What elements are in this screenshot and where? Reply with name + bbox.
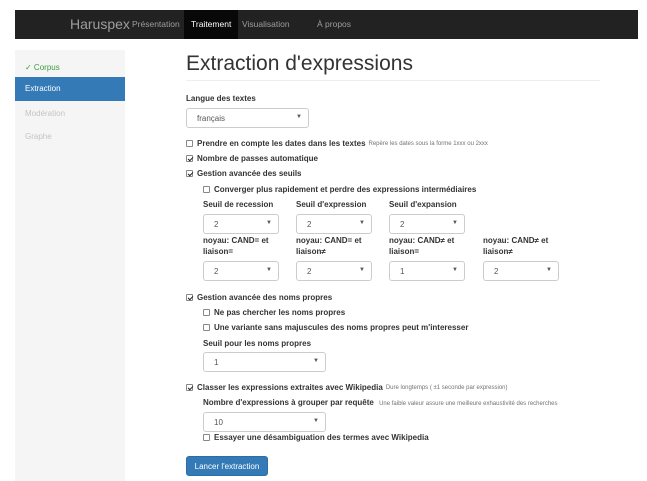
noyau4-value: 2 xyxy=(494,267,499,276)
nb-expr-label-row: Nombre d'expressions à grouper par requê… xyxy=(203,398,558,407)
nb-expr-help: Une faible valeur assure une meilleure e… xyxy=(379,401,558,407)
noyau2-label-b: liaison≠ xyxy=(296,247,326,256)
seuils-checkbox[interactable] xyxy=(186,170,193,177)
ne-pas-chercher-label: Ne pas chercher les noms propres xyxy=(214,308,346,317)
langue-select[interactable]: français ▼ xyxy=(186,108,309,128)
noyau3-label-a: noyau: CAND≠ et xyxy=(389,236,455,245)
seuil-expression-label: Seuil d'expression xyxy=(296,200,367,209)
noyau3-label-b: liaison= xyxy=(389,247,420,256)
noyau1-label-b: liaison= xyxy=(203,247,234,256)
seuil-noms-select[interactable]: 1 ▼ xyxy=(203,352,326,372)
seuil-expansion-select[interactable]: 2 ▼ xyxy=(389,214,465,234)
seuils-checkbox-row[interactable]: Gestion avancée des seuils xyxy=(186,169,302,178)
caret-down-icon: ▼ xyxy=(359,220,365,226)
noms-propres-checkbox-row[interactable]: Gestion avancée des noms propres xyxy=(186,293,332,302)
caret-down-icon: ▼ xyxy=(266,220,272,226)
seuil-recession-select[interactable]: 2 ▼ xyxy=(203,214,279,234)
caret-down-icon: ▼ xyxy=(296,114,302,120)
page-title: Extraction d'expressions xyxy=(186,52,413,75)
passes-checkbox-row[interactable]: Nombre de passes automatique xyxy=(186,154,318,163)
lancer-extraction-button[interactable]: Lancer l'extraction xyxy=(186,456,268,476)
seuil-expression-value: 2 xyxy=(307,220,312,229)
passes-label: Nombre de passes automatique xyxy=(197,154,318,163)
title-divider xyxy=(186,80,600,81)
variante-checkbox[interactable] xyxy=(203,324,210,331)
wikipedia-help: Dure longtemps ( ±1 seconde par expressi… xyxy=(385,384,508,391)
noyau3-value: 1 xyxy=(400,267,405,276)
noyau2-label-a: noyau: CAND= et xyxy=(296,236,362,245)
noms-propres-label: Gestion avancée des noms propres xyxy=(197,293,333,302)
seuil-recession-label: Seuil de recession xyxy=(203,200,274,209)
converger-checkbox-row[interactable]: Converger plus rapidement et perdre des … xyxy=(203,185,476,194)
dates-help: Repère les dates sous la forme 1xxx ou 2… xyxy=(368,140,488,147)
seuils-label: Gestion avancée des seuils xyxy=(197,169,302,178)
main-content: Extraction d'expressions Langue des text… xyxy=(186,0,646,481)
desambig-label: Essayer une désambiguation des termes av… xyxy=(214,433,429,442)
seuil-noms-label: Seuil pour les noms propres xyxy=(203,339,312,348)
seuil-noms-value: 1 xyxy=(214,358,219,367)
sidebar-item-extraction[interactable]: Extraction xyxy=(15,77,125,101)
desambig-checkbox-row[interactable]: Essayer une désambiguation des termes av… xyxy=(203,433,429,442)
sidebar-item-graphe: Graphe xyxy=(25,132,52,141)
seuil-expression-select[interactable]: 2 ▼ xyxy=(296,214,372,234)
sidebar-item-moderation: Modération xyxy=(25,109,66,118)
wikipedia-label: Classer les expressions extraites avec W… xyxy=(197,383,383,392)
nav-presentation[interactable]: Présentation xyxy=(132,19,180,29)
caret-down-icon: ▼ xyxy=(266,267,272,273)
caret-down-icon: ▼ xyxy=(313,358,319,364)
noyau4-label-a: noyau: CAND≠ et xyxy=(483,236,549,245)
converger-label: Converger plus rapidement et perdre des … xyxy=(214,185,477,194)
wikipedia-checkbox[interactable] xyxy=(186,384,193,391)
noyau4-label-b: liaison≠ xyxy=(483,247,513,256)
dates-label: Prendre en compte les dates dans les tex… xyxy=(197,139,366,148)
desambig-checkbox[interactable] xyxy=(203,434,210,441)
noyau2-value: 2 xyxy=(307,267,312,276)
wikipedia-checkbox-row[interactable]: Classer les expressions extraites avec W… xyxy=(186,383,508,392)
dates-checkbox-row[interactable]: Prendre en compte les dates dans les tex… xyxy=(186,139,488,148)
noms-propres-checkbox[interactable] xyxy=(186,294,193,301)
noyau1-label-a: noyau: CAND= et xyxy=(203,236,269,245)
caret-down-icon: ▼ xyxy=(359,267,365,273)
noyau1-select[interactable]: 2 ▼ xyxy=(203,261,279,281)
passes-checkbox[interactable] xyxy=(186,155,193,162)
nb-expr-select[interactable]: 10 ▼ xyxy=(203,412,326,432)
dates-checkbox[interactable] xyxy=(186,140,193,147)
caret-down-icon: ▼ xyxy=(452,220,458,226)
noyau2-select[interactable]: 2 ▼ xyxy=(296,261,372,281)
noyau3-select[interactable]: 1 ▼ xyxy=(389,261,465,281)
seuil-expansion-value: 2 xyxy=(400,220,405,229)
langue-label: Langue des textes xyxy=(186,94,256,103)
caret-down-icon: ▼ xyxy=(313,418,319,424)
noyau1-value: 2 xyxy=(214,267,219,276)
sidebar: ✓ Corpus Extraction Modération Graphe xyxy=(15,50,125,481)
caret-down-icon: ▼ xyxy=(546,267,552,273)
noyau4-select[interactable]: 2 ▼ xyxy=(483,261,559,281)
ne-pas-chercher-checkbox[interactable] xyxy=(203,309,210,316)
langue-select-value: français xyxy=(197,114,226,123)
ne-pas-chercher-checkbox-row[interactable]: Ne pas chercher les noms propres xyxy=(203,308,345,317)
variante-checkbox-row[interactable]: Une variante sans majuscules des noms pr… xyxy=(203,323,468,332)
nb-expr-value: 10 xyxy=(214,418,223,427)
caret-down-icon: ▼ xyxy=(452,267,458,273)
variante-label: Une variante sans majuscules des noms pr… xyxy=(214,323,469,332)
seuil-recession-value: 2 xyxy=(214,220,219,229)
nb-expr-label: Nombre d'expressions à grouper par requê… xyxy=(203,398,374,407)
converger-checkbox[interactable] xyxy=(203,186,210,193)
brand-logo[interactable]: Haruspex xyxy=(70,16,130,32)
seuil-expansion-label: Seuil d'expansion xyxy=(389,200,457,209)
